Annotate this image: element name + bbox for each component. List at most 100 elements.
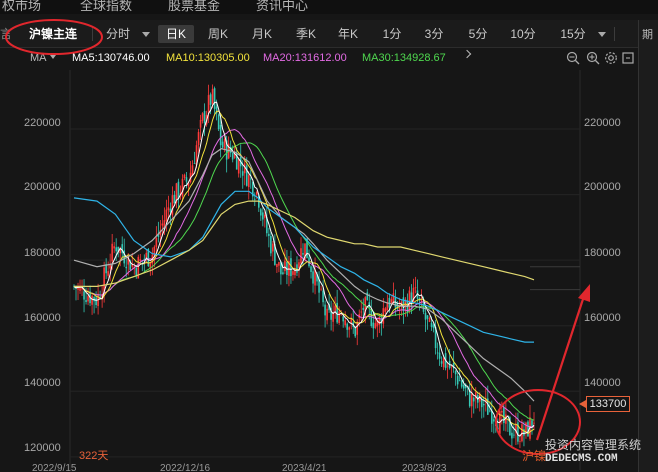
tab-1min[interactable]: 1分 <box>374 25 410 43</box>
chevron-down-icon[interactable] <box>142 32 150 37</box>
ma10-line <box>73 110 535 435</box>
tab-yearly-k[interactable]: 年K <box>330 25 366 43</box>
tab-5min[interactable]: 5分 <box>460 25 496 43</box>
candle-body <box>189 172 192 183</box>
moving-average-lines <box>73 101 535 437</box>
candle-body <box>458 380 461 382</box>
candle-body <box>464 384 467 389</box>
candle-body <box>358 314 361 318</box>
zoom-out-icon[interactable] <box>566 51 580 65</box>
candle-body <box>378 316 381 325</box>
candle-body <box>75 286 77 289</box>
candle-body <box>227 143 230 159</box>
candle-body <box>364 297 367 315</box>
candle-body <box>91 295 93 305</box>
tab-3min[interactable]: 3分 <box>416 25 452 43</box>
ma-prefix[interactable]: MA <box>30 52 47 64</box>
ma60-line <box>73 148 535 402</box>
annotation-arrow <box>535 295 586 441</box>
candle-body <box>211 88 214 104</box>
candle-body <box>292 271 294 275</box>
candle-body <box>145 252 148 259</box>
candle-body <box>326 308 328 321</box>
candle-body <box>79 286 81 291</box>
candle-body <box>380 318 383 324</box>
candle-body <box>183 174 186 179</box>
candle-body <box>531 420 533 426</box>
candle-body <box>217 114 220 130</box>
candle-body <box>73 285 75 287</box>
candle-body <box>368 302 371 308</box>
candle-body <box>392 293 395 304</box>
candle-body <box>249 178 252 180</box>
candle-body <box>268 233 270 236</box>
nav-item-market[interactable]: 权市场 <box>2 0 41 14</box>
candle-body <box>330 308 332 320</box>
y-tick-label: 200000 <box>24 181 61 193</box>
settings-icon[interactable] <box>604 51 618 65</box>
tab-monthly-k[interactable]: 月K <box>244 25 280 43</box>
candle-body <box>386 302 389 311</box>
tab-10min[interactable]: 10分 <box>504 25 542 43</box>
nav-item-funds[interactable]: 股票基金 <box>168 0 220 14</box>
candle-body <box>440 361 443 364</box>
candle-body <box>310 266 312 272</box>
candle-body <box>219 124 222 146</box>
candle-body <box>270 236 272 254</box>
candle-body <box>171 195 174 216</box>
candle-body <box>418 298 421 301</box>
candle-body <box>346 323 348 330</box>
candle-body <box>328 304 330 311</box>
tab-intraday[interactable]: 分时 <box>98 25 138 43</box>
instrument-selector[interactable]: 沪镍主连 <box>20 25 86 43</box>
chevron-down-icon[interactable] <box>50 55 56 59</box>
candle-body <box>456 375 459 385</box>
candle-body <box>398 308 401 310</box>
tab-weekly-k[interactable]: 周K <box>200 25 236 43</box>
chevron-down-icon[interactable] <box>598 32 606 37</box>
candle-body <box>352 322 355 327</box>
candle-body <box>77 286 79 290</box>
candle-body <box>430 322 433 328</box>
candle-body <box>450 365 453 367</box>
right-side-panel[interactable]: 期 <box>638 20 658 472</box>
candle-body <box>408 290 411 312</box>
candle-body <box>336 302 338 323</box>
candle-body <box>197 132 200 146</box>
candle-body <box>153 246 156 256</box>
candle-body <box>262 212 264 220</box>
candle-body <box>476 394 479 403</box>
nav-item-news[interactable]: 资讯中心 <box>256 0 308 14</box>
expand-icon[interactable] <box>621 51 635 65</box>
candle-body <box>460 380 463 387</box>
tab-15min[interactable]: 15分 <box>554 25 592 43</box>
chevron-right-icon[interactable] <box>462 49 472 59</box>
candle-body <box>493 419 495 422</box>
candle-body <box>372 322 375 329</box>
nav-item-global-index[interactable]: 全球指数 <box>80 0 132 14</box>
candle-body <box>247 175 250 188</box>
candle-body <box>316 273 318 282</box>
candle-body <box>274 244 276 265</box>
candle-body <box>286 261 288 276</box>
candle-body <box>251 182 254 197</box>
tab-daily-k[interactable]: 日K <box>158 25 194 43</box>
y-tick-label-right: 220000 <box>584 117 621 129</box>
candle-body <box>484 398 487 402</box>
candle-body <box>478 393 481 402</box>
zoom-in-icon[interactable] <box>586 51 600 65</box>
candle-body <box>338 311 340 324</box>
candle-body <box>519 440 521 442</box>
candle-body <box>235 153 238 170</box>
candle-body <box>394 297 397 308</box>
candle-body <box>229 146 232 154</box>
candle-body <box>163 220 166 228</box>
candle-body <box>360 311 363 313</box>
candle-body <box>318 278 320 293</box>
top-navigation: 权市场 全球指数 股票基金 资讯中心 <box>0 0 658 14</box>
tab-quarterly-k[interactable]: 季K <box>288 25 324 43</box>
period-toolbar: 言 沪镍主连 分时 日K 周K 月K 季K 年K 1分 3分 5分 10分 15… <box>0 20 658 48</box>
kline-chart[interactable] <box>0 0 658 472</box>
candle-body <box>93 297 95 302</box>
candle-body <box>127 256 130 265</box>
